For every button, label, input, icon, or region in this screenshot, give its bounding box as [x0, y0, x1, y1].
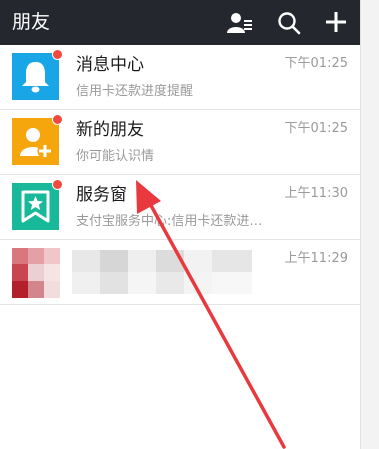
- avatar-blurred: [12, 248, 60, 298]
- new-friends-avatar: [12, 114, 63, 165]
- conversation-time: 上午11:29: [284, 251, 348, 266]
- conversation-name: 服务窗: [76, 185, 127, 205]
- name-blurred: [72, 244, 257, 300]
- add-person-icon: [12, 118, 59, 165]
- contacts-icon[interactable]: [227, 11, 252, 35]
- conversation-name: 新的朋友: [76, 120, 144, 140]
- plus-icon[interactable]: [325, 11, 349, 35]
- conversation-blurred[interactable]: 上午11:29: [0, 240, 360, 305]
- bookmark-star-icon: [12, 183, 59, 230]
- conversation-time: 下午01:25: [284, 121, 348, 136]
- conversation-name: 消息中心: [76, 55, 144, 75]
- unread-dot: [52, 114, 63, 125]
- conversation-new-friends[interactable]: 新的朋友 下午01:25 你可能认识情: [0, 110, 360, 175]
- page-title: 朋友: [12, 11, 51, 33]
- conversation-preview: 信用卡还款进度提醒: [76, 84, 194, 99]
- unread-dot: [52, 49, 63, 60]
- conversation-time: 上午11:30: [284, 186, 348, 201]
- conversation-message-center[interactable]: 消息中心 下午01:25 信用卡还款进度提醒: [0, 45, 360, 110]
- conversation-preview: 支付宝服务中心:信用卡还款进…: [76, 214, 263, 229]
- conversation-list: 消息中心 下午01:25 信用卡还款进度提醒 新的朋友 下午01:25 你可能认…: [0, 45, 360, 305]
- bell-icon: [12, 53, 59, 100]
- conversation-time: 下午01:25: [284, 56, 348, 71]
- conversation-preview: 你可能认识情: [76, 149, 155, 164]
- conversation-service-window[interactable]: 服务窗 上午11:30 支付宝服务中心:信用卡还款进…: [0, 175, 360, 240]
- scrollbar[interactable]: [360, 0, 379, 449]
- unread-dot: [52, 179, 63, 190]
- message-center-avatar: [12, 49, 63, 100]
- app-header: 朋友: [0, 0, 360, 45]
- service-window-avatar: [12, 179, 63, 230]
- search-icon[interactable]: [277, 11, 301, 35]
